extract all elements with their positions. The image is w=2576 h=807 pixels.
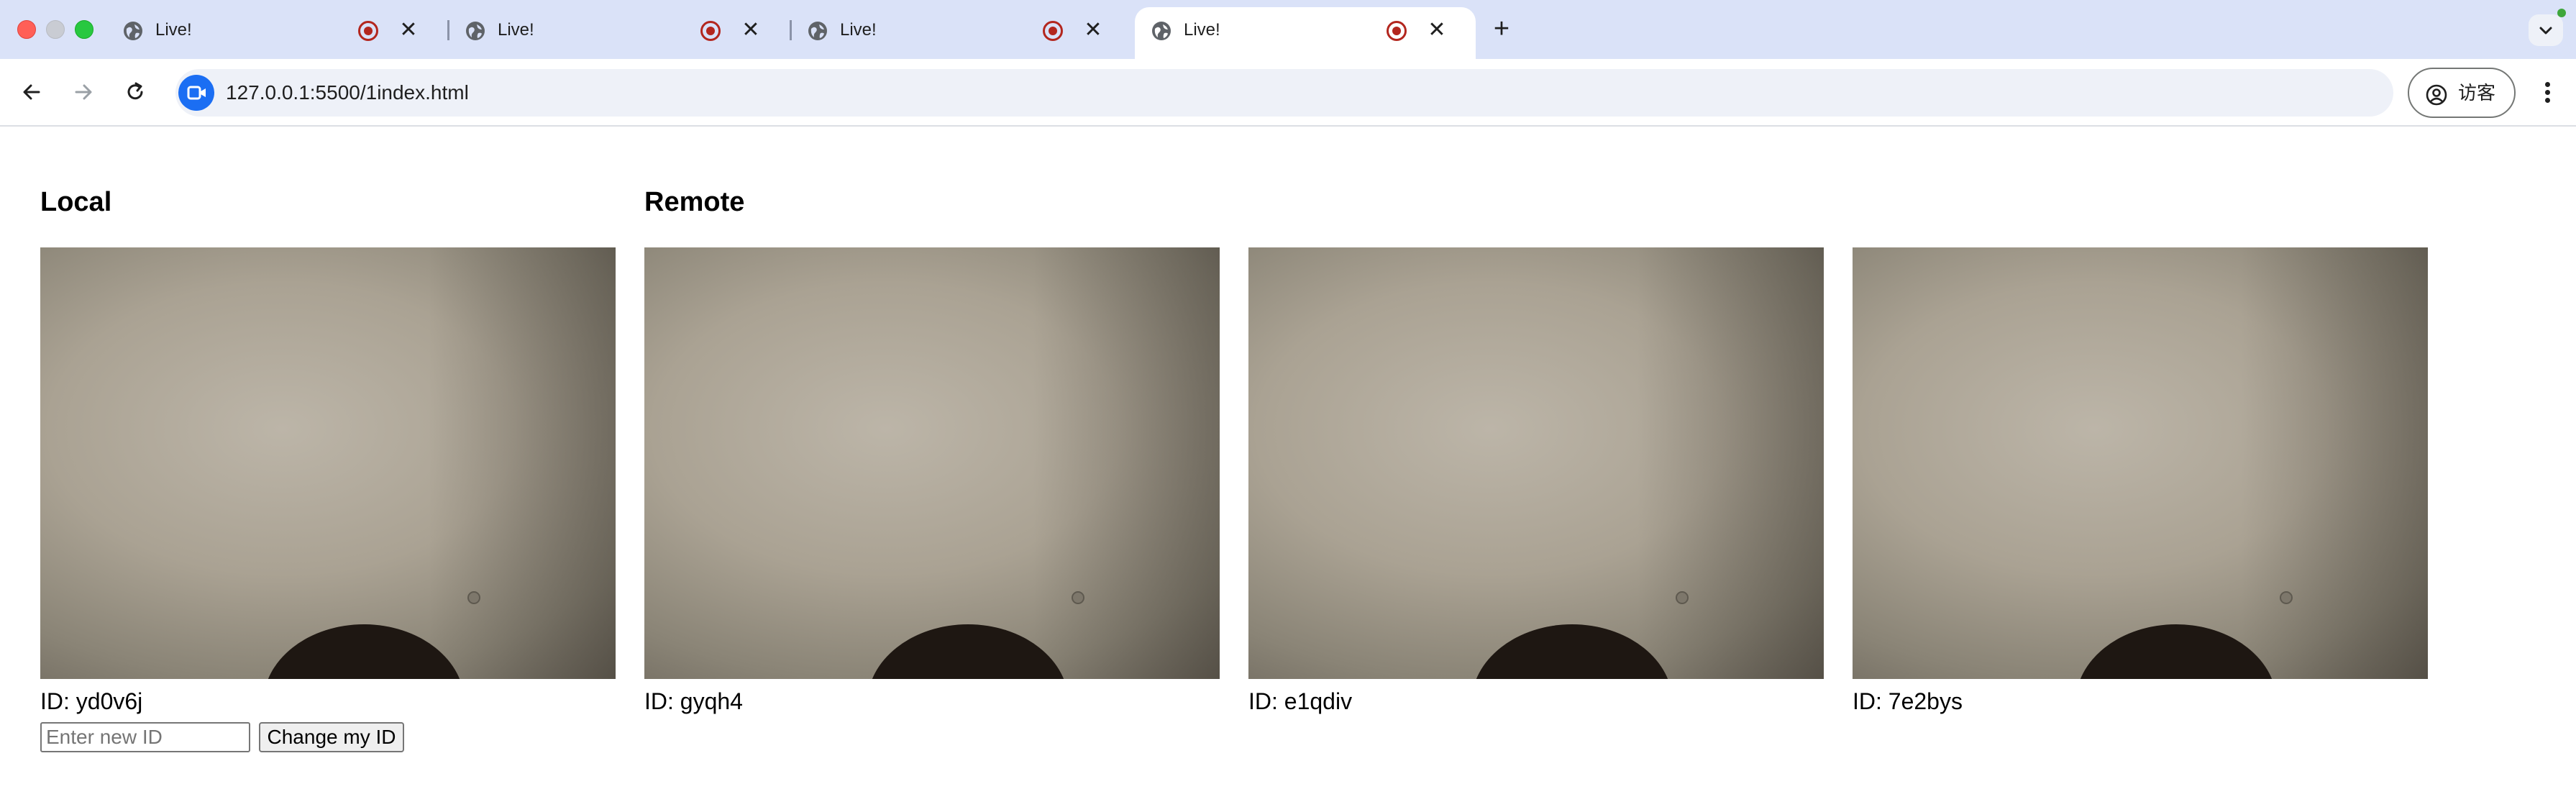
tab-title: Live!	[1184, 20, 1220, 40]
browser-tab-4-active[interactable]: Live! ✕	[1135, 7, 1476, 59]
address-bar[interactable]: 127.0.0.1:5500/1index.html	[175, 69, 2393, 117]
page-content: Local ID: yd0v6j Change my ID Remote ID:…	[0, 127, 2576, 807]
browser-menu-button[interactable]	[2530, 75, 2564, 109]
chevron-down-icon	[2539, 27, 2552, 35]
new-tab-button[interactable]: +	[1486, 13, 1517, 45]
globe-icon	[808, 22, 827, 40]
remote-video-1	[644, 247, 1220, 679]
close-tab-button[interactable]: ✕	[394, 16, 423, 45]
url-text[interactable]: 127.0.0.1:5500/1index.html	[226, 81, 469, 104]
local-id-label: ID: yd0v6j	[40, 688, 143, 714]
remote-id-label-3: ID: 7e2bys	[1853, 688, 1963, 714]
globe-icon	[124, 22, 142, 40]
tab-search-button[interactable]	[2529, 9, 2566, 46]
update-indicator-dot	[2557, 9, 2566, 17]
tab-title: Live!	[498, 20, 534, 40]
close-tab-button[interactable]: ✕	[1422, 16, 1451, 45]
tab-title: Live!	[840, 20, 877, 40]
recording-icon	[1043, 21, 1063, 41]
close-window-button[interactable]	[17, 20, 36, 39]
recording-icon	[700, 21, 721, 41]
kebab-menu-icon	[2545, 82, 2550, 87]
account-circle-icon	[2426, 84, 2447, 106]
browser-tab-3[interactable]: Live! ✕	[791, 7, 1132, 59]
browser-toolbar: 127.0.0.1:5500/1index.html 访客	[0, 59, 2576, 127]
globe-icon	[466, 22, 485, 40]
remote-heading: Remote	[644, 187, 745, 217]
tab-strip: Live! ✕ Live! ✕ Live! ✕ Live! ✕ +	[0, 0, 2576, 59]
change-id-button[interactable]: Change my ID	[259, 722, 404, 752]
close-tab-button[interactable]: ✕	[736, 16, 765, 45]
close-tab-button[interactable]: ✕	[1079, 16, 1107, 45]
new-id-input[interactable]	[40, 722, 250, 752]
reload-button[interactable]	[118, 75, 152, 109]
zoom-window-button[interactable]	[75, 20, 93, 39]
remote-video-2	[1248, 247, 1824, 679]
remote-id-label-1: ID: gyqh4	[644, 688, 743, 714]
globe-icon	[1152, 22, 1171, 40]
forward-button[interactable]	[66, 75, 101, 109]
remote-id-label-2: ID: e1qdiv	[1248, 688, 1353, 714]
browser-tab-2[interactable]: Live! ✕	[449, 7, 790, 59]
arrow-right-icon	[75, 84, 92, 100]
local-video	[40, 247, 616, 679]
reload-icon	[127, 82, 143, 100]
minimize-window-button[interactable]	[46, 20, 65, 39]
remote-video-3	[1853, 247, 2428, 679]
arrow-left-icon	[23, 84, 40, 100]
profile-button[interactable]: 访客	[2408, 68, 2516, 118]
browser-tab-1[interactable]: Live! ✕	[106, 7, 447, 59]
recording-icon	[358, 21, 378, 41]
camera-in-use-icon[interactable]	[178, 75, 214, 111]
recording-icon	[1387, 21, 1407, 41]
profile-label: 访客	[2458, 83, 2496, 104]
local-heading: Local	[40, 187, 112, 217]
back-button[interactable]	[14, 75, 49, 109]
tab-title: Live!	[155, 20, 192, 40]
